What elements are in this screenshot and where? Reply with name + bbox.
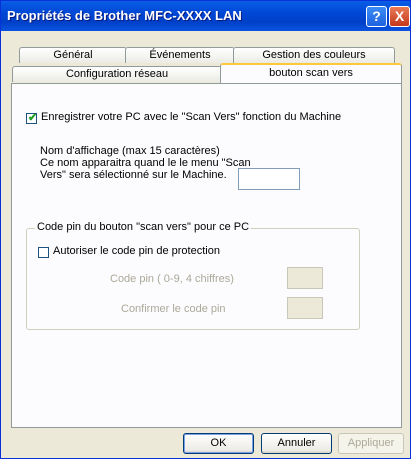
tab-color-management[interactable]: Gestion des couleurs (233, 47, 395, 63)
display-name-hint-1: Ce nom apparaitra quand le le menu "Scan (40, 157, 251, 169)
tab-events[interactable]: Événements (125, 47, 235, 63)
properties-dialog: Propriétés de Brother MFC-XXXX LAN ? X G… (0, 0, 411, 459)
window-title: Propriétés de Brother MFC-XXXX LAN (7, 8, 242, 23)
close-button[interactable]: X (389, 6, 410, 27)
checkmark-icon: ✔ (28, 112, 38, 124)
display-name-input[interactable] (238, 168, 300, 190)
display-name-label: Nom d'affichage (max 15 caractères) (40, 145, 220, 157)
confirm-pin-input[interactable] (287, 297, 323, 319)
tab-panel: ✔ Enregistrer votre PC avec le "Scan Ver… (11, 83, 402, 428)
help-button[interactable]: ? (366, 6, 387, 27)
pin-code-label: Code pin ( 0-9, 4 chiffres) (110, 273, 234, 285)
tab-general[interactable]: Général (19, 47, 127, 63)
enable-pin-label[interactable]: Autoriser le code pin de protection (53, 245, 220, 257)
tab-scan-to-button[interactable]: bouton scan vers (220, 63, 402, 83)
ok-button[interactable]: OK (183, 433, 254, 454)
title-bar[interactable]: Propriétés de Brother MFC-XXXX LAN ? X (1, 1, 410, 31)
display-name-hint-2: Vers" sera sélectionné sur le Machine. (40, 169, 227, 181)
cancel-button[interactable]: Annuler (261, 433, 332, 454)
pin-code-input[interactable] (287, 267, 323, 289)
register-pc-label[interactable]: Enregistrer votre PC avec le "Scan Vers"… (41, 111, 341, 123)
enable-pin-checkbox[interactable] (38, 247, 49, 258)
tab-network-config[interactable]: Configuration réseau (12, 66, 222, 82)
confirm-pin-label: Confirmer le code pin (121, 303, 226, 315)
apply-button[interactable]: Appliquer (338, 433, 404, 454)
pin-code-group: Code pin du bouton "scan vers" pour ce P… (26, 221, 360, 330)
pin-group-legend: Code pin du bouton "scan vers" pour ce P… (35, 221, 252, 233)
register-pc-checkbox[interactable]: ✔ (26, 112, 38, 124)
